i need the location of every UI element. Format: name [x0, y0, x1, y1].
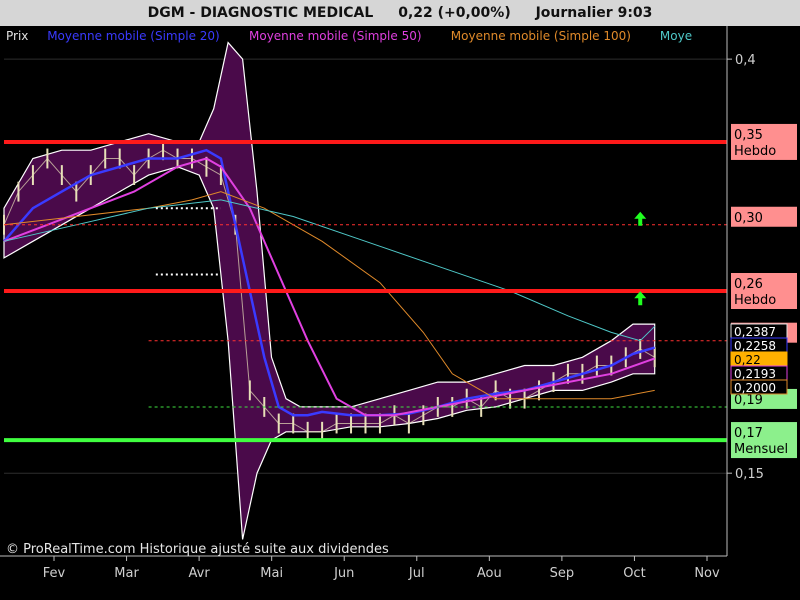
x-tick-label: Fev: [43, 566, 66, 581]
up-arrow-icon: [634, 211, 647, 226]
up-arrow-icon: [634, 291, 647, 306]
value-tag-label: 0,2193: [734, 367, 776, 381]
x-tick-label: Jul: [408, 566, 425, 581]
legend-item: Moyenne mobile (Simple 100): [451, 29, 631, 43]
level-tag-value: 0,35: [734, 128, 763, 143]
legend-item: Prix: [6, 29, 28, 43]
x-tick-label: Aou: [477, 566, 502, 581]
legend-item: Moye: [660, 29, 692, 43]
level-tag-value: 0,17: [734, 426, 763, 441]
legend-item: Moyenne mobile (Simple 20): [47, 29, 220, 43]
level-tag-sublabel: Hebdo: [734, 293, 776, 308]
y-tick-label: 0,4: [735, 53, 756, 68]
value-tag-label: 0,2000: [734, 381, 776, 395]
level-tag-sublabel: Hebdo: [734, 144, 776, 159]
x-tick-label: Sep: [550, 566, 575, 581]
level-tag-sublabel: Mensuel: [734, 442, 788, 457]
legend: Prix Moyenne mobile (Simple 20) Moyenne mo…: [6, 29, 692, 43]
x-tick-label: Nov: [694, 566, 720, 581]
x-tick-label: Jun: [333, 566, 354, 581]
value-tag-label: 0,2387: [734, 325, 776, 339]
value-tag-label: 0,22: [734, 353, 761, 367]
time-axis[interactable]: Fev Mar Avr Mai Jun Jul Aou Sep Oct Nov: [43, 556, 720, 581]
ma-line: [3, 199, 656, 342]
level-tag-value: 0,19: [734, 393, 763, 408]
legend-item: Moyenne mobile (Simple 50): [249, 29, 422, 43]
y-tick-label: 0,15: [735, 467, 764, 482]
price-chart[interactable]: 0,40,150,35Hebdo0,300,26Hebdo0,230,190,1…: [0, 0, 800, 600]
x-tick-label: Mar: [114, 566, 139, 581]
x-tick-label: Oct: [623, 566, 645, 581]
copyright-note: © ProRealTime.com Historique ajusté suit…: [6, 542, 389, 557]
x-tick-label: Mai: [260, 566, 283, 581]
level-tag-value: 0,26: [734, 277, 763, 292]
level-tag-value: 0,30: [734, 211, 763, 226]
value-tag-label: 0,2258: [734, 339, 776, 353]
x-tick-label: Avr: [189, 566, 211, 581]
